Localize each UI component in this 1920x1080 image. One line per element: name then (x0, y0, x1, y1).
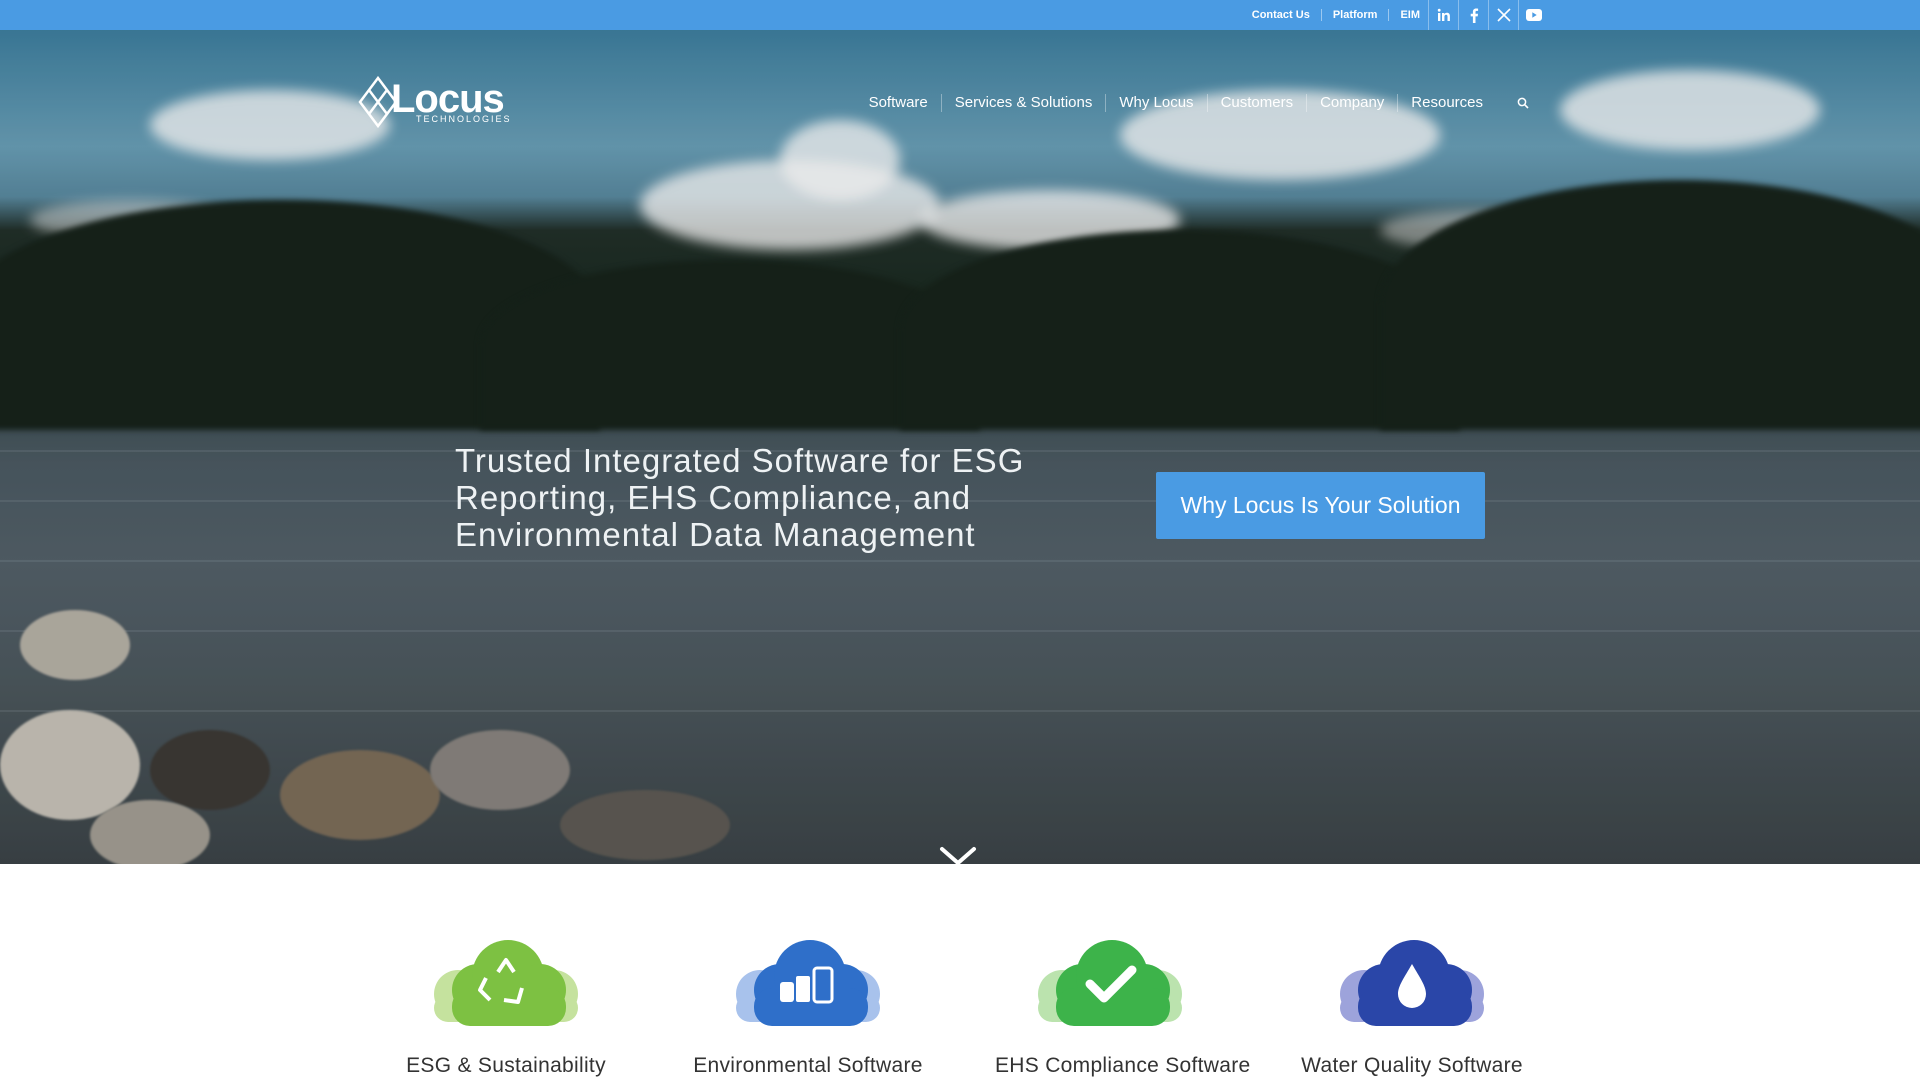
product-label: Environmental Software (693, 1054, 923, 1077)
water-drop-icon (1340, 940, 1484, 1026)
product-esg-sustainability[interactable]: ESG & Sustainability (391, 938, 621, 1078)
platform-link[interactable]: Platform (1322, 9, 1390, 21)
facebook-icon[interactable] (1458, 0, 1488, 30)
lab-mobile-icon (736, 940, 880, 1026)
product-ehs-compliance[interactable]: EHS Compliance Software (995, 938, 1251, 1078)
logo-subtitle: TECHNOLOGIES (416, 114, 512, 124)
utility-links: Contact Us Platform EIM (1241, 0, 1548, 30)
chevron-down-icon[interactable] (938, 845, 978, 864)
contact-us-link[interactable]: Contact Us (1241, 9, 1322, 21)
nav-customers[interactable]: Customers (1208, 94, 1308, 112)
nav-software[interactable]: Software (856, 94, 942, 112)
product-label: EHS Compliance Software (995, 1054, 1251, 1077)
x-twitter-icon[interactable] (1488, 0, 1518, 30)
utility-bar: Contact Us Platform EIM (0, 0, 1920, 30)
hero-section: Locus TECHNOLOGIES Software Services & S… (0, 30, 1920, 864)
nav-services-solutions[interactable]: Services & Solutions (942, 94, 1107, 112)
checkmark-icon (1038, 940, 1182, 1026)
locus-logo[interactable]: Locus TECHNOLOGIES (358, 76, 510, 130)
nav-company[interactable]: Company (1307, 94, 1399, 112)
nav-resources[interactable]: Resources (1398, 94, 1496, 112)
product-water-quality[interactable]: Water Quality Software (1297, 938, 1527, 1078)
why-locus-cta-button[interactable]: Why Locus Is Your Solution (1156, 472, 1485, 539)
product-label: Water Quality Software (1301, 1054, 1523, 1077)
youtube-icon[interactable] (1518, 0, 1548, 30)
search-icon[interactable] (1508, 88, 1538, 118)
product-label: ESG & Sustainability (406, 1054, 606, 1077)
main-nav: Software Services & Solutions Why Locus … (856, 88, 1538, 118)
product-environmental-software[interactable]: Environmental Software (693, 938, 923, 1078)
recycle-icon (434, 940, 578, 1026)
eim-link[interactable]: EIM (1389, 9, 1428, 21)
linkedin-icon[interactable] (1428, 0, 1458, 30)
nav-why-locus[interactable]: Why Locus (1106, 94, 1208, 112)
hero-headline: Trusted Integrated Software for ESG Repo… (455, 442, 1025, 553)
